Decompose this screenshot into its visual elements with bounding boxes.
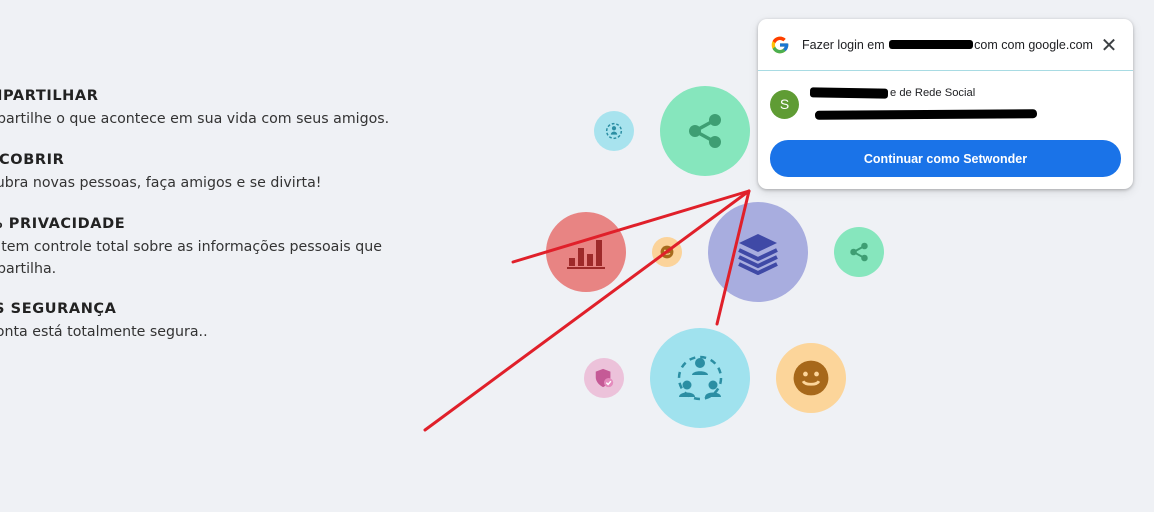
google-logo-icon xyxy=(770,35,790,60)
close-button[interactable]: ✕ xyxy=(1099,35,1119,55)
popup-title-prefix: Fazer login em xyxy=(802,38,885,52)
account-name-suffix: e de Rede Social xyxy=(890,87,976,99)
avatar: S xyxy=(770,90,799,119)
account-row[interactable]: S e de Rede Social xyxy=(758,71,1133,141)
annotation-arrow xyxy=(511,189,751,264)
google-signin-popup: Fazer login em com com google.com ✕ S e … xyxy=(758,19,1133,189)
popup-title: Fazer login em com com google.com xyxy=(802,38,1093,52)
redacted-domain xyxy=(889,40,974,50)
popup-title-suffix: com com google.com xyxy=(974,38,1093,52)
account-name: e de Rede Social xyxy=(809,87,976,99)
continue-button[interactable]: Continuar como Setwonder xyxy=(770,140,1121,177)
popup-header: Fazer login em com com google.com ✕ xyxy=(758,19,1133,71)
redacted-name xyxy=(809,87,889,99)
redacted-email xyxy=(814,109,1038,120)
annotation-arrow xyxy=(423,189,751,432)
